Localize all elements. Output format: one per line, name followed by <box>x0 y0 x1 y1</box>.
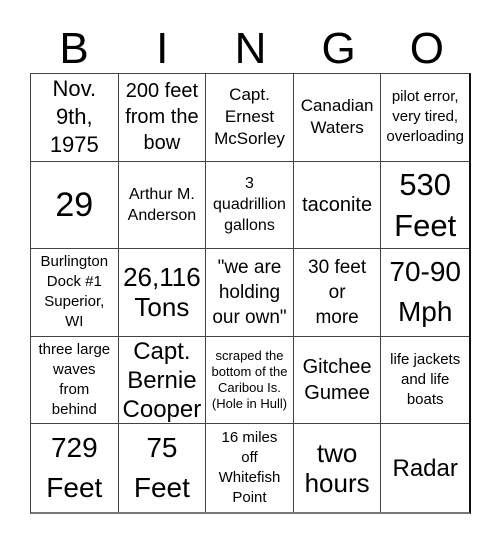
bingo-cell[interactable]: 30 feet or more <box>293 249 382 337</box>
bingo-cell[interactable]: 16 miles off Whitefish Point <box>206 424 294 512</box>
bingo-cell[interactable]: Arthur M. Anderson <box>118 161 207 250</box>
bingo-cell[interactable]: pilot error, very tired, overloading <box>381 74 469 162</box>
bingo-cell[interactable]: 70-90 Mph <box>381 249 469 337</box>
bingo-cell[interactable]: two hours <box>294 424 382 512</box>
bingo-cell[interactable]: Gitchee Gumee <box>293 336 382 425</box>
header-letter-b: B <box>59 24 89 73</box>
bingo-cell[interactable]: Capt. Ernest McSorley <box>206 74 294 162</box>
bingo-header: B I N G O <box>30 26 471 72</box>
bingo-cell[interactable]: 75 Feet <box>119 424 207 512</box>
bingo-card-grid: Nov. 9th, 1975 200 feet from the bow Cap… <box>30 73 471 514</box>
bingo-cell[interactable]: 26,116 Tons <box>118 249 207 337</box>
bingo-cell[interactable]: Radar <box>381 424 469 512</box>
header-letter-o: O <box>409 24 444 73</box>
bingo-cell[interactable]: 29 <box>31 161 119 250</box>
header-letter-g: G <box>321 24 356 73</box>
header-letter-n: N <box>234 24 267 73</box>
bingo-cell[interactable]: Capt. Bernie Cooper <box>118 336 207 425</box>
bingo-cell[interactable]: 200 feet from the bow <box>118 74 207 162</box>
bingo-cell[interactable]: 530 Feet <box>381 162 469 250</box>
bingo-cell[interactable]: three large waves from behind <box>31 336 119 425</box>
bingo-cell[interactable]: life jackets and life boats <box>381 337 469 425</box>
bingo-cell[interactable]: Burlington Dock #1 Superior, WI <box>31 249 119 337</box>
bingo-cell[interactable]: taconite <box>293 161 382 250</box>
bingo-cell[interactable]: 3 quadrillion gallons <box>206 161 294 250</box>
header-letter-i: I <box>156 24 169 73</box>
bingo-cell[interactable]: "we are holding our own" <box>206 249 294 337</box>
bingo-cell[interactable]: scraped the bottom of the Caribou Is. (H… <box>206 336 294 425</box>
bingo-cell[interactable]: 729 Feet <box>31 424 119 512</box>
bingo-cell[interactable]: Canadian Waters <box>293 74 382 162</box>
bingo-cell[interactable]: Nov. 9th, 1975 <box>31 74 119 162</box>
